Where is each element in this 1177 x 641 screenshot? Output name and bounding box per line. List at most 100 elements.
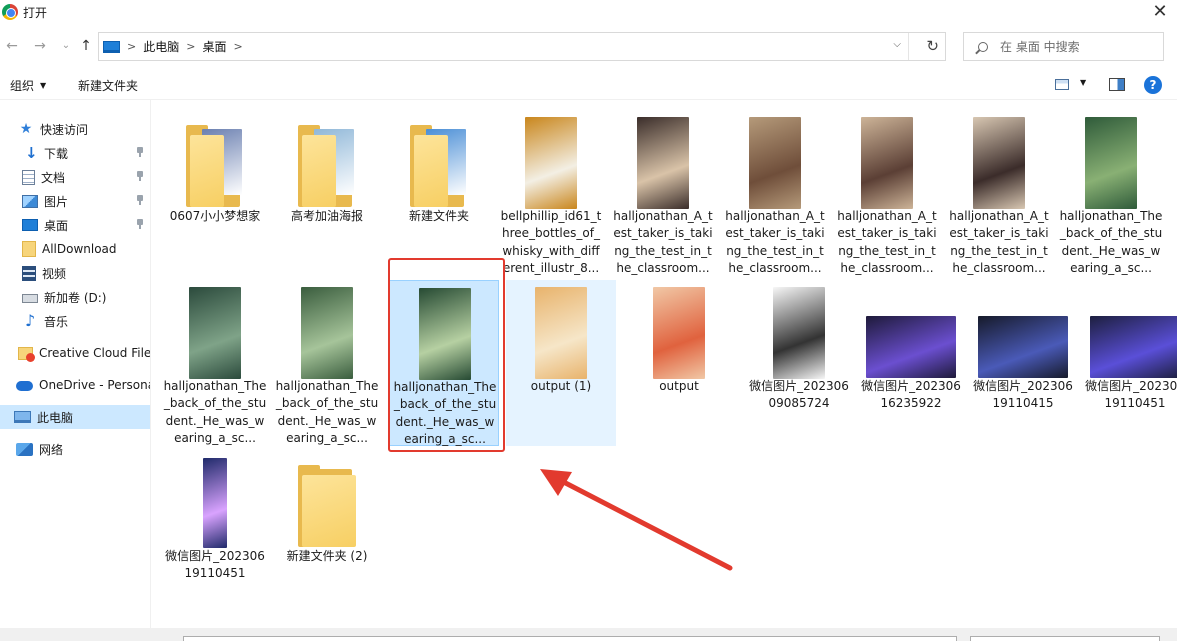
- up-button[interactable]: ↑: [78, 37, 94, 55]
- sidebar-item[interactable]: 此电脑: [0, 405, 150, 429]
- sidebar-item-label: AllDownload: [42, 242, 117, 256]
- file-name-input[interactable]: [183, 636, 957, 641]
- file-item[interactable]: 0607小小梦想家: [160, 110, 270, 276]
- divider: [908, 33, 909, 60]
- thumbnail-image: [653, 287, 705, 379]
- command-bar: 组织 ▼ 新建文件夹 ▼ ?: [0, 70, 1177, 100]
- sidebar-item[interactable]: Creative Cloud Files: [0, 341, 150, 365]
- sidebar-item-label: 网络: [39, 442, 64, 457]
- file-item[interactable]: 微信图片_20230619110451: [1080, 280, 1177, 446]
- file-name-label: output (1): [530, 379, 592, 393]
- document-icon: [22, 169, 35, 185]
- folder-graphic: [410, 125, 468, 207]
- help-button[interactable]: ?: [1144, 76, 1162, 94]
- sidebar-item[interactable]: 新加卷 (D:): [0, 285, 150, 309]
- file-item[interactable]: halljonathan_A_test_taker_is_taking_the_…: [832, 110, 942, 276]
- thumbnail-image: [978, 316, 1068, 378]
- address-bar[interactable]: > 此电脑 > 桌面 > ⌵ ↻: [98, 32, 946, 61]
- sidebar-item[interactable]: OneDrive - Personal: [0, 373, 150, 397]
- chevron-down-icon[interactable]: ⌵: [893, 39, 901, 50]
- view-mode-icon[interactable]: [1055, 79, 1069, 90]
- close-button[interactable]: ✕: [1149, 1, 1171, 23]
- thumbnail-image: [301, 287, 353, 379]
- file-item[interactable]: halljonathan_The_back_of_the_student._He…: [1056, 110, 1166, 276]
- window-title: 打开: [23, 5, 48, 20]
- file-item[interactable]: 新建文件夹: [384, 110, 494, 276]
- file-item[interactable]: 新建文件夹 (2): [272, 450, 382, 616]
- recent-locations-button[interactable]: ⌄: [58, 37, 74, 55]
- file-item[interactable]: output: [624, 280, 734, 446]
- file-type-select[interactable]: [970, 636, 1160, 641]
- file-item[interactable]: 微信图片_20230609085724: [744, 280, 854, 446]
- file-name-label: 高考加油海报: [290, 209, 363, 223]
- sidebar-item-label: 此电脑: [37, 410, 74, 425]
- chevron-right-icon[interactable]: >: [233, 40, 242, 53]
- preview-pane-icon[interactable]: [1109, 78, 1125, 91]
- image-thumbnail: [720, 110, 830, 214]
- pictures-icon: [22, 194, 38, 208]
- file-name-label: halljonathan_The_back_of_the_student._He…: [393, 380, 497, 446]
- image-thumbnail: [390, 281, 500, 385]
- sidebar-item-label: Creative Cloud Files: [39, 346, 150, 360]
- file-item[interactable]: halljonathan_A_test_taker_is_taking_the_…: [720, 110, 830, 276]
- file-item[interactable]: halljonathan_The_back_of_the_student._He…: [160, 280, 270, 446]
- sidebar-item-label: 快速访问: [40, 122, 89, 137]
- pane-splitter[interactable]: [150, 100, 151, 630]
- file-name-label: halljonathan_A_test_taker_is_taking_the_…: [613, 209, 713, 275]
- file-name-label: 新建文件夹: [408, 209, 469, 223]
- image-thumbnail: [832, 110, 942, 214]
- sidebar-item-label: 文档: [41, 170, 66, 185]
- organize-button[interactable]: 组织 ▼: [10, 77, 46, 94]
- file-name-label: halljonathan_A_test_taker_is_taking_the_…: [837, 209, 937, 275]
- sidebar-item[interactable]: 网络: [0, 437, 150, 461]
- folder-icon: [384, 110, 494, 214]
- file-item[interactable]: bellphillip_id61_three_bottles_of_whisky…: [496, 110, 606, 276]
- file-item[interactable]: halljonathan_The_back_of_the_student._He…: [389, 280, 499, 446]
- back-button[interactable]: ←: [4, 37, 20, 55]
- file-name-label: halljonathan_A_test_taker_is_taking_the_…: [725, 209, 825, 275]
- sidebar-item[interactable]: 桌面: [0, 213, 150, 237]
- file-item[interactable]: halljonathan_The_back_of_the_student._He…: [272, 280, 382, 446]
- forward-button[interactable]: →: [32, 37, 48, 55]
- folder-graphic: [186, 125, 244, 207]
- file-name-label: 新建文件夹 (2): [286, 549, 368, 563]
- file-item[interactable]: 微信图片_20230619110415: [968, 280, 1078, 446]
- caret-down-icon: ▼: [40, 81, 47, 90]
- file-item[interactable]: 高考加油海报: [272, 110, 382, 276]
- new-folder-button[interactable]: 新建文件夹: [78, 77, 138, 94]
- thumbnail-image: [535, 287, 587, 379]
- music-icon: [22, 314, 38, 328]
- view-menu-caret-icon[interactable]: ▼: [1080, 78, 1086, 87]
- chevron-right-icon[interactable]: >: [127, 40, 136, 53]
- image-thumbnail: [608, 110, 718, 214]
- image-thumbnail: [944, 110, 1054, 214]
- search-input[interactable]: 在 桌面 中搜索: [963, 32, 1164, 61]
- sidebar-item[interactable]: 图片: [0, 189, 150, 213]
- chevron-right-icon[interactable]: >: [186, 40, 195, 53]
- sidebar-item[interactable]: ★ 快速访问: [0, 117, 150, 141]
- sidebar-item-label: OneDrive - Personal: [39, 378, 150, 392]
- open-file-dialog: 打开 ✕ ← → ⌄ ↑ > 此电脑 > 桌面 > ⌵ ↻ 在 桌面 中搜索 组…: [0, 0, 1177, 641]
- sidebar-item[interactable]: 文档: [0, 165, 150, 189]
- image-thumbnail: [968, 280, 1078, 384]
- file-item[interactable]: 微信图片_20230619110451: [160, 450, 270, 616]
- sidebar-item[interactable]: AllDownload: [0, 237, 150, 261]
- breadcrumb-desktop[interactable]: 桌面: [202, 38, 226, 55]
- image-thumbnail: [506, 280, 616, 384]
- sidebar-item-label: 下载: [44, 146, 69, 161]
- sidebar-item[interactable]: 音乐: [0, 309, 150, 333]
- file-item[interactable]: halljonathan_A_test_taker_is_taking_the_…: [608, 110, 718, 276]
- folder-icon: [272, 110, 382, 214]
- breadcrumb-this-pc[interactable]: 此电脑: [143, 38, 179, 55]
- sidebar-item[interactable]: 下载: [0, 141, 150, 165]
- folder-icon: [272, 450, 382, 554]
- file-item[interactable]: halljonathan_A_test_taker_is_taking_the_…: [944, 110, 1054, 276]
- sidebar-item-label: 音乐: [44, 314, 69, 329]
- image-thumbnail: [272, 280, 382, 384]
- file-name-label: halljonathan_The_back_of_the_student._He…: [275, 379, 379, 445]
- file-name-label: 0607小小梦想家: [169, 209, 261, 223]
- file-item[interactable]: 微信图片_20230616235922: [856, 280, 966, 446]
- refresh-button[interactable]: ↻: [926, 37, 939, 55]
- sidebar-item[interactable]: 视频: [0, 261, 150, 285]
- file-item[interactable]: output (1): [506, 280, 616, 446]
